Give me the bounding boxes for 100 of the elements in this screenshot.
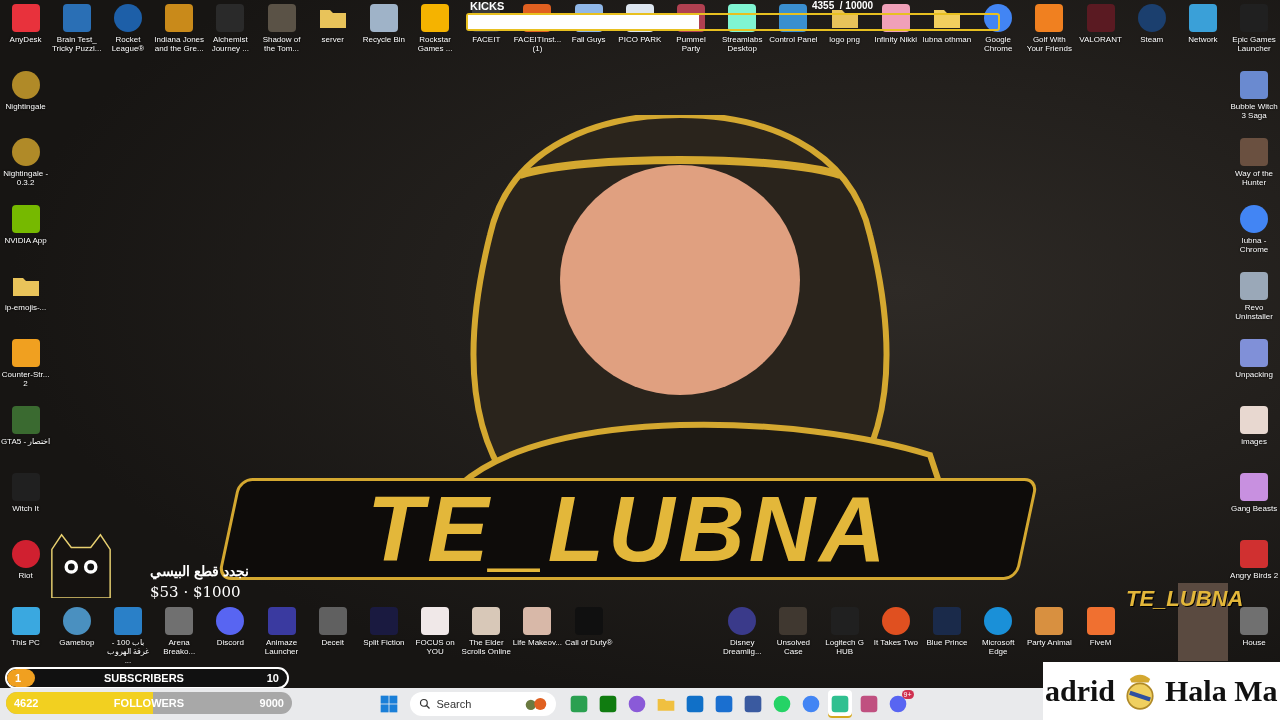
icon-label[interactable]: lubna - Chrome xyxy=(1229,236,1280,254)
icon-label[interactable]: Rockstar Games ... xyxy=(410,35,461,53)
start-icon[interactable] xyxy=(378,694,399,714)
round-app-icon[interactable] xyxy=(983,3,1014,33)
app-tile-icon[interactable] xyxy=(10,606,41,636)
icon-label[interactable]: Steam xyxy=(1126,35,1177,44)
icon-label[interactable]: Fall Guys xyxy=(563,35,614,44)
icon-label[interactable]: Discord xyxy=(205,638,256,647)
icon-label[interactable]: VALORANT xyxy=(1075,35,1126,44)
icon-label[interactable]: images xyxy=(1229,437,1280,446)
icon-label[interactable]: Golf With Your Friends xyxy=(1024,35,1075,53)
icon-label[interactable]: Counter-Str... 2 xyxy=(0,370,51,388)
icon-label[interactable]: Gang Beasts xyxy=(1229,504,1280,513)
icon-label[interactable]: logo png xyxy=(819,35,870,44)
icon-label[interactable]: Indiana Jones and the Gre... xyxy=(154,35,205,53)
icon-label[interactable]: Riot xyxy=(0,571,51,580)
icon-label[interactable]: Microsoft Edge xyxy=(973,638,1024,656)
app-tile-icon[interactable] xyxy=(1187,3,1218,33)
icon-label[interactable]: Revo Uninstaller xyxy=(1229,303,1280,321)
icon-label[interactable]: Control Panel xyxy=(768,35,819,44)
icon-label[interactable]: FACEITInst... (1) xyxy=(512,35,563,53)
app-tile-icon[interactable] xyxy=(1239,338,1270,368)
round-app-icon[interactable] xyxy=(215,606,246,636)
app-tile-icon[interactable] xyxy=(1034,606,1065,636)
icon-label[interactable]: NVIDIA App xyxy=(0,236,51,245)
app-tile-icon[interactable] xyxy=(164,606,195,636)
app-tile-icon[interactable] xyxy=(317,606,348,636)
icon-label[interactable]: Alchemist Journey ... xyxy=(205,35,256,53)
app-tile-icon[interactable] xyxy=(368,606,399,636)
app-tile-icon[interactable] xyxy=(164,3,195,33)
icon-label[interactable]: Party Animal xyxy=(1024,638,1075,647)
icon-label[interactable]: House xyxy=(1229,638,1280,647)
icon-label[interactable]: FACEIT xyxy=(461,35,512,44)
icon-label[interactable]: Bubble Witch 3 Saga xyxy=(1229,102,1280,120)
app-tile-icon[interactable] xyxy=(10,204,41,234)
icon-label[interactable]: Infinity Nikki xyxy=(870,35,921,44)
icon-label[interactable]: Google Chrome xyxy=(973,35,1024,53)
app-tile-icon[interactable] xyxy=(1239,405,1270,435)
app-tile-icon[interactable] xyxy=(522,606,553,636)
app-tile-icon[interactable] xyxy=(1239,539,1270,569)
icon-label[interactable]: Blue Prince xyxy=(921,638,972,647)
icon-label[interactable]: Shadow of the Tom... xyxy=(256,35,307,53)
app-tile-icon[interactable] xyxy=(420,606,451,636)
icon-label[interactable]: باب 100 - غرفة الهروب ... xyxy=(102,638,153,665)
app-tile-icon[interactable] xyxy=(112,606,143,636)
icon-label[interactable]: Life Makeov... xyxy=(512,638,563,647)
icon-label[interactable]: Split Fiction xyxy=(358,638,409,647)
icon-label[interactable]: Pummel Party xyxy=(666,35,717,53)
icon-label[interactable]: Deceit xyxy=(307,638,358,647)
round-app-icon[interactable] xyxy=(983,606,1014,636)
icon-label[interactable]: Unpacking xyxy=(1229,370,1280,379)
app-tile-icon[interactable] xyxy=(471,606,502,636)
icon-label[interactable]: Nightingale - 0.3.2 xyxy=(0,169,51,187)
round-app-icon[interactable] xyxy=(61,606,92,636)
icon-label[interactable]: FiveM xyxy=(1075,638,1126,647)
app-tile-icon[interactable] xyxy=(1239,472,1270,502)
icon-label[interactable]: AnyDesk xyxy=(0,35,51,44)
app-tile-icon[interactable] xyxy=(10,3,41,33)
round-app-icon[interactable] xyxy=(1239,204,1270,234)
app-tile-icon[interactable] xyxy=(778,606,809,636)
icon-label[interactable]: GTA5 - اختصار xyxy=(0,437,51,446)
round-app-icon[interactable] xyxy=(10,70,41,100)
app-tile-icon[interactable] xyxy=(420,3,451,33)
icon-label[interactable]: Arena Breako... xyxy=(154,638,205,656)
icon-label[interactable]: Gamebop xyxy=(51,638,102,647)
icon-label[interactable]: Rocket League® xyxy=(102,35,153,53)
icon-label[interactable]: Nightingale xyxy=(0,102,51,111)
icon-label[interactable]: Network xyxy=(1177,35,1228,44)
icon-label[interactable]: Logitech G HUB xyxy=(819,638,870,656)
icon-label[interactable]: The Elder Scrolls Online xyxy=(461,638,512,656)
icon-label[interactable]: Recycle Bin xyxy=(358,35,409,44)
icon-label[interactable]: Brain Test_ Tricky Puzzl... xyxy=(51,35,102,53)
search-field[interactable]: Search xyxy=(409,692,556,716)
icon-label[interactable]: Epic Games Launcher xyxy=(1229,35,1280,53)
app-tile-icon[interactable] xyxy=(931,606,962,636)
app-tile-icon[interactable] xyxy=(1239,70,1270,100)
round-app-icon[interactable] xyxy=(880,606,911,636)
icon-label[interactable]: Streamlabs Desktop xyxy=(717,35,768,53)
icon-label[interactable]: lubna othman xyxy=(921,35,972,44)
icon-label[interactable]: Angry Birds 2 xyxy=(1229,571,1280,580)
icon-label[interactable]: ip-emojis-... xyxy=(0,303,51,312)
app-tile-icon[interactable] xyxy=(1085,3,1116,33)
icon-label[interactable]: Call of Duty® xyxy=(563,638,614,647)
icon-label[interactable]: server xyxy=(307,35,358,44)
round-app-icon[interactable] xyxy=(10,137,41,167)
app-tile-icon[interactable] xyxy=(1239,271,1270,301)
app-tile-icon[interactable] xyxy=(10,405,41,435)
app-tile-icon[interactable] xyxy=(61,3,92,33)
app-tile-icon[interactable] xyxy=(1239,137,1270,167)
app-tile-icon[interactable] xyxy=(1085,606,1116,636)
app-tile-icon[interactable] xyxy=(368,3,399,33)
app-tile-icon[interactable] xyxy=(266,3,297,33)
icon-label[interactable]: Unsolved Case xyxy=(768,638,819,656)
app-tile-icon[interactable] xyxy=(10,338,41,368)
app-tile-icon[interactable] xyxy=(1034,3,1065,33)
icon-label[interactable]: It Takes Two xyxy=(870,638,921,647)
icon-label[interactable]: FOCUS on YOU xyxy=(410,638,461,656)
icon-label[interactable]: PICO PARK xyxy=(614,35,665,44)
icon-label[interactable]: Way of the Hunter xyxy=(1229,169,1280,187)
icon-label[interactable]: Disney Dreamlig... xyxy=(717,638,768,656)
